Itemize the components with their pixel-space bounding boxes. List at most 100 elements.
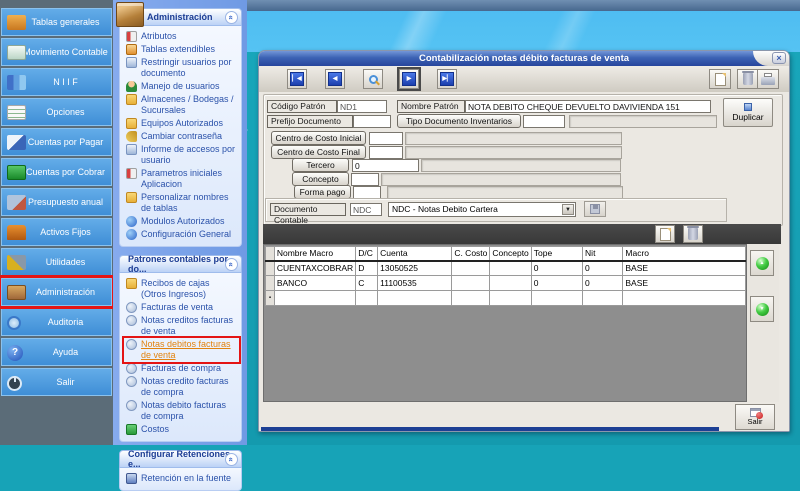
tipo-documento-input[interactable] [523, 115, 565, 128]
collapse-chevron-icon[interactable]: « [225, 453, 238, 466]
menu-item-facturas-de-compra[interactable]: Facturas de compra [124, 362, 239, 375]
menu-item-manejo-de-usuarios[interactable]: Manejo de usuarios [124, 80, 239, 93]
search-record-button[interactable] [363, 69, 383, 89]
row-selector-cell[interactable] [266, 276, 275, 291]
menu-item-facturas-de-venta[interactable]: Facturas de venta [124, 301, 239, 314]
menu-item-restringir-usuarios-por-documento[interactable]: Restringir usuarios por documento [124, 56, 239, 80]
sidebar-item-cuentas-por-pagar[interactable]: Cuentas por Pagar [1, 128, 112, 156]
menu-section-header-patrones-contables-por-do[interactable]: Patrones contables por do...« [119, 255, 242, 273]
previous-record-button[interactable]: ◀ [325, 69, 345, 89]
cell-nit[interactable] [583, 291, 623, 306]
cell-c-costo[interactable] [452, 291, 490, 306]
cell-concepto[interactable] [490, 276, 531, 291]
collapse-chevron-icon[interactable]: « [225, 258, 238, 271]
cell-concepto[interactable] [490, 291, 531, 306]
codigo-patron-input[interactable] [337, 100, 387, 113]
close-icon[interactable]: × [772, 52, 786, 64]
documento-contable-code-input[interactable] [350, 203, 382, 216]
cell-nit[interactable]: 0 [583, 261, 623, 276]
first-record-button[interactable]: ▏◀ [287, 69, 307, 89]
menu-item-equipos-autorizados[interactable]: Equipos Autorizados [124, 117, 239, 130]
salir-button[interactable]: Salir [735, 404, 775, 430]
centro-costo-final-input[interactable] [369, 146, 403, 159]
menu-section-header-configurar-retenciones-e[interactable]: Configurar Retenciones e...« [119, 450, 242, 468]
cell-nombre-macro[interactable]: BANCO [274, 276, 355, 291]
sidebar-item-ayuda[interactable]: ?Ayuda [1, 338, 112, 366]
cell-cuenta[interactable]: 13050525 [378, 261, 452, 276]
cell-nombre-macro[interactable] [274, 291, 355, 306]
chevron-down-icon[interactable]: ▼ [562, 204, 574, 215]
sidebar-item-opciones[interactable]: Opciones [1, 98, 112, 126]
next-record-button[interactable]: ▶ [399, 69, 419, 89]
menu-item-atributos[interactable]: Atributos [124, 30, 239, 43]
documento-contable-select[interactable]: NDC - Notas Debito Cartera ▼ [388, 202, 576, 217]
cell-d-c[interactable] [356, 291, 378, 306]
cell-c-costo[interactable] [452, 276, 490, 291]
sidebar-item-n-i-i-f[interactable]: N I I F [1, 68, 112, 96]
sidebar-item-movimiento-contable[interactable]: Movimiento Contable [1, 38, 112, 66]
concepto-input[interactable] [351, 173, 379, 186]
sidebar-item-salir[interactable]: Salir [1, 368, 112, 396]
save-documento-button[interactable] [584, 201, 606, 217]
cell-d-c[interactable]: D [356, 261, 378, 276]
cell-nombre-macro[interactable]: CUENTAXCOBRAR [274, 261, 355, 276]
table-row[interactable]: ▪ [266, 291, 746, 306]
cell-cuenta[interactable] [378, 291, 452, 306]
menu-item-recibos-de-cajas-otros-ingresos[interactable]: Recibos de cajas (Otros Ingresos) [124, 277, 239, 301]
menu-item-personalizar-nombres-de-tablas[interactable]: Personalizar nombres de tablas [124, 191, 239, 215]
delete-record-button[interactable] [737, 69, 759, 89]
table-row[interactable]: CUENTAXCOBRARD1305052500BASE [266, 261, 746, 276]
cell-macro[interactable] [623, 291, 746, 306]
menu-item-retencion-en-la-fuente[interactable]: Retención en la fuente [124, 472, 239, 485]
menu-item-notas-creditos-facturas-de-venta[interactable]: Notas creditos facturas de venta [124, 314, 239, 338]
prefijo-documento-input[interactable] [353, 115, 391, 128]
menu-item-notas-debito-facturas-de-compra[interactable]: Notas debito facturas de compra [124, 399, 239, 423]
centro-costo-inicial-input[interactable] [369, 132, 403, 145]
sidebar-item-tablas-generales[interactable]: Tablas generales [1, 8, 112, 36]
last-record-button[interactable]: ▶▏ [437, 69, 457, 89]
concepto-button[interactable]: Concepto [292, 172, 349, 186]
row-selector-cell[interactable] [266, 261, 275, 276]
cell-tope[interactable]: 0 [531, 261, 582, 276]
cell-nit[interactable]: 0 [583, 276, 623, 291]
menu-item-cambiar-contrasena[interactable]: Cambiar contraseña [124, 130, 239, 143]
menu-item-almacenes-bodegas-sucursales[interactable]: Almacenes / Bodegas / Sucursales [124, 93, 239, 117]
new-record-button[interactable] [709, 69, 731, 89]
cell-concepto[interactable] [490, 261, 531, 276]
collapse-chevron-icon[interactable]: « [225, 11, 238, 24]
grid-delete-row-button[interactable] [683, 225, 703, 243]
cell-macro[interactable]: BASE [623, 261, 746, 276]
table-row[interactable]: BANCOC1110053500BASE [266, 276, 746, 291]
menu-item-parametros-iniciales-aplicacion[interactable]: Parametros iniciales Aplicacion [124, 167, 239, 191]
menu-item-costos[interactable]: Costos [124, 423, 239, 436]
menu-item-configuracion-general[interactable]: Configuración General [124, 228, 239, 241]
sidebar-item-utilidades[interactable]: Utilidades [1, 248, 112, 276]
cell-d-c[interactable]: C [356, 276, 378, 291]
cell-tope[interactable] [531, 291, 582, 306]
grid-new-row-button[interactable] [655, 225, 675, 243]
cell-c-costo[interactable] [452, 261, 490, 276]
nombre-patron-input[interactable] [465, 100, 711, 113]
cell-tope[interactable]: 0 [531, 276, 582, 291]
duplicar-button[interactable]: Duplicar [723, 98, 773, 127]
cell-cuenta[interactable]: 11100535 [378, 276, 452, 291]
sidebar-item-cuentas-por-cobrar[interactable]: Cuentas por Cobrar [1, 158, 112, 186]
menu-item-informe-de-accesos-por-usuario[interactable]: Informe de accesos por usuario [124, 143, 239, 167]
sidebar-item-presupuesto-anual[interactable]: Presupuesto anual [1, 188, 112, 216]
row-selector-cell[interactable]: ▪ [266, 291, 275, 306]
forma-pago-button[interactable]: Forma pago [294, 185, 351, 199]
tipo-documento-inventarios-button[interactable]: Tipo Documento Inventarios [397, 114, 521, 128]
sidebar-item-activos-fijos[interactable]: Activos Fijos [1, 218, 112, 246]
cell-macro[interactable]: BASE [623, 276, 746, 291]
menu-item-modulos-autorizados[interactable]: Modulos Autorizados [124, 215, 239, 228]
grid-confirm-up-button[interactable]: ▲ [750, 250, 774, 276]
sidebar-item-auditoria[interactable]: Auditoria [1, 308, 112, 336]
menu-item-notas-credito-facturas-de-compra[interactable]: Notas credito facturas de compra [124, 375, 239, 399]
tercero-input[interactable] [352, 159, 419, 172]
menu-item-notas-debitos-facturas-de-venta[interactable]: Notas debitos facturas de venta [124, 338, 239, 362]
centro-costo-inicial-button[interactable]: Centro de Costo Inicial [271, 131, 366, 145]
tercero-button[interactable]: Tercero [292, 158, 349, 172]
menu-section-header-administracion[interactable]: Administración« [119, 8, 242, 26]
sidebar-item-administracion[interactable]: Administración [1, 278, 112, 306]
centro-costo-final-button[interactable]: Centro de Costo Final [271, 145, 366, 159]
